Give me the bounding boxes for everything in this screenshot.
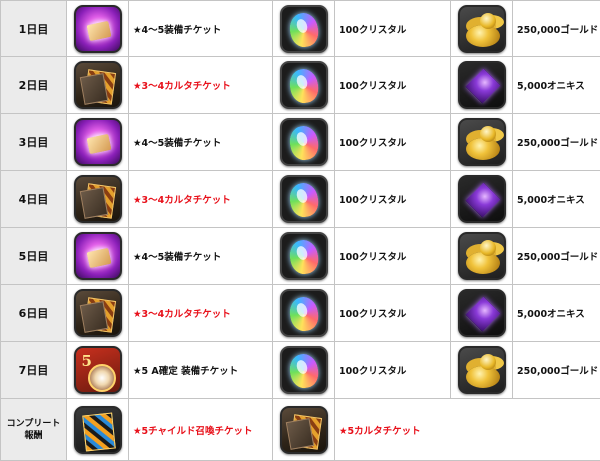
onyx-gem-icon bbox=[458, 289, 506, 337]
day-label: 3日目 bbox=[1, 114, 67, 171]
reward-label: ★5チャイルド召喚チケット bbox=[129, 399, 273, 461]
reward-label: ★3～4カルタチケット bbox=[129, 171, 273, 228]
crystal-icon bbox=[280, 118, 328, 166]
reward-label: 100クリスタル bbox=[335, 342, 451, 399]
gold-coins-icon bbox=[458, 5, 506, 53]
crystal-icon bbox=[280, 61, 328, 109]
crystal-icon bbox=[280, 232, 328, 280]
reward-row-day-6: 6日目 ★3～4カルタチケット 100クリスタル 5,000オニキス bbox=[1, 285, 600, 342]
equipment-ticket-icon bbox=[74, 5, 122, 53]
equipment-ticket-icon bbox=[74, 118, 122, 166]
reward-label: ★4～5装備チケット bbox=[129, 1, 273, 57]
reward-row-day-2: 2日目 ★3～4カルタチケット 100クリスタル 5,000オニキス bbox=[1, 57, 600, 114]
reward-row-day-1: 1日目 ★4～5装備チケット 100クリスタル 250,000ゴールド bbox=[1, 1, 600, 57]
reward-row-complete: コンプリート 報酬 ★5チャイルド召喚チケット ★5カルタチケット bbox=[1, 399, 600, 461]
complete-reward-label-line1: コンプリート bbox=[1, 418, 66, 430]
onyx-gem-icon bbox=[458, 175, 506, 223]
day-label: 1日目 bbox=[1, 1, 67, 57]
reward-label: 250,000ゴールド bbox=[513, 114, 600, 171]
day-label: 4日目 bbox=[1, 171, 67, 228]
reward-label: 100クリスタル bbox=[335, 114, 451, 171]
reward-label: ★5 A確定 装備チケット bbox=[129, 342, 273, 399]
reward-label: 100クリスタル bbox=[335, 57, 451, 114]
day-label: 6日目 bbox=[1, 285, 67, 342]
reward-row-day-3: 3日目 ★4～5装備チケット 100クリスタル 250,000ゴールド bbox=[1, 114, 600, 171]
day-label: 5日目 bbox=[1, 228, 67, 285]
crystal-icon bbox=[280, 5, 328, 53]
reward-label: 100クリスタル bbox=[335, 228, 451, 285]
child-summon-ticket-icon bbox=[74, 406, 122, 454]
reward-label: ★4～5装備チケット bbox=[129, 228, 273, 285]
onyx-gem-icon bbox=[458, 61, 506, 109]
reward-label: 100クリスタル bbox=[335, 171, 451, 228]
gold-coins-icon bbox=[458, 118, 506, 166]
reward-row-day-5: 5日目 ★4～5装備チケット 100クリスタル 250,000ゴールド bbox=[1, 228, 600, 285]
reward-row-day-7: 7日目 ★5 A確定 装備チケット 100クリスタル 250,000ゴールド bbox=[1, 342, 600, 399]
reward-label: ★3～4カルタチケット bbox=[129, 57, 273, 114]
reward-label: 100クリスタル bbox=[335, 285, 451, 342]
carta-ticket-icon bbox=[74, 175, 122, 223]
reward-label: 100クリスタル bbox=[335, 1, 451, 57]
reward-label: 5,000オニキス bbox=[513, 285, 600, 342]
reward-label: 5,000オニキス bbox=[513, 57, 600, 114]
login-bonus-reward-table: 1日目 ★4～5装備チケット 100クリスタル 250,000ゴールド 2日目 … bbox=[0, 0, 600, 461]
gold-coins-icon bbox=[458, 232, 506, 280]
a-confirmed-equipment-ticket-icon bbox=[74, 346, 122, 394]
reward-label: 250,000ゴールド bbox=[513, 342, 600, 399]
crystal-icon bbox=[280, 289, 328, 337]
reward-label: ★4～5装備チケット bbox=[129, 114, 273, 171]
reward-label: 250,000ゴールド bbox=[513, 228, 600, 285]
equipment-ticket-icon bbox=[74, 232, 122, 280]
reward-label: 5,000オニキス bbox=[513, 171, 600, 228]
reward-row-day-4: 4日目 ★3～4カルタチケット 100クリスタル 5,000オニキス bbox=[1, 171, 600, 228]
complete-reward-label: コンプリート 報酬 bbox=[1, 399, 67, 461]
day-label: 7日目 bbox=[1, 342, 67, 399]
carta-ticket-icon bbox=[280, 406, 328, 454]
reward-label: ★3～4カルタチケット bbox=[129, 285, 273, 342]
carta-ticket-icon bbox=[74, 289, 122, 337]
carta-ticket-icon bbox=[74, 61, 122, 109]
complete-reward-label-line2: 報酬 bbox=[1, 430, 66, 442]
day-label: 2日目 bbox=[1, 57, 67, 114]
reward-label: ★5カルタチケット bbox=[335, 399, 600, 461]
crystal-icon bbox=[280, 175, 328, 223]
gold-coins-icon bbox=[458, 346, 506, 394]
reward-label: 250,000ゴールド bbox=[513, 1, 600, 57]
crystal-icon bbox=[280, 346, 328, 394]
